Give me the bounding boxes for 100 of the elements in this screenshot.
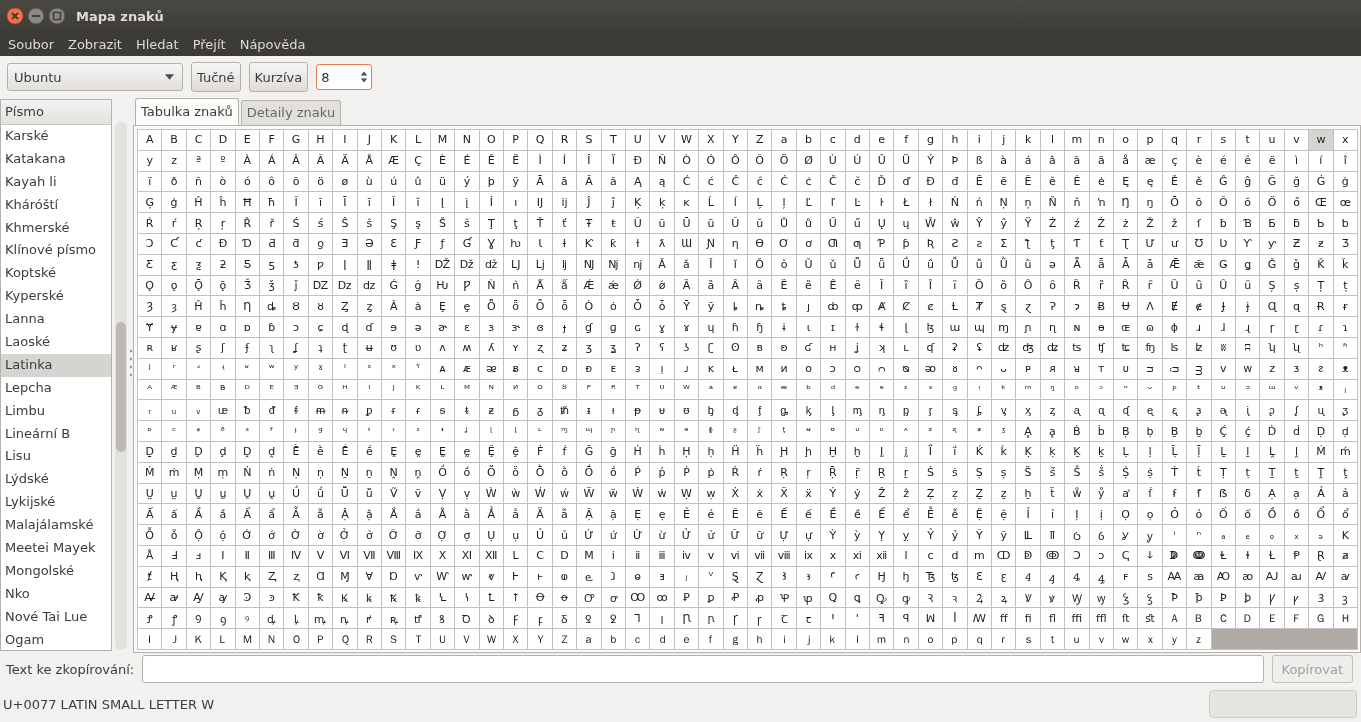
character-cell[interactable]: ǫ xyxy=(162,275,186,296)
character-cell[interactable]: Ț xyxy=(1309,275,1333,296)
character-cell[interactable]: ɘ xyxy=(382,317,406,337)
character-cell[interactable]: ɑ xyxy=(211,317,235,337)
character-cell[interactable]: Ʊ xyxy=(1187,234,1211,254)
character-cell[interactable]: ↆ xyxy=(1138,546,1162,566)
character-cell[interactable]: Ḇ xyxy=(1162,421,1187,441)
character-cell[interactable]: ꞇ xyxy=(796,608,821,629)
character-cell[interactable]: ｌ xyxy=(845,629,869,649)
character-cell[interactable]: Ƚ xyxy=(943,296,967,317)
character-cell[interactable]: Ħ xyxy=(235,192,259,213)
character-cell[interactable]: Ẳ xyxy=(479,504,503,525)
character-cell[interactable]: ě xyxy=(1187,171,1211,192)
character-cell[interactable]: Ȱ xyxy=(626,296,650,317)
character-cell[interactable]: Ó xyxy=(699,150,723,171)
character-cell[interactable]: ȫ xyxy=(504,296,528,317)
character-cell[interactable]: ᵾ xyxy=(650,400,674,421)
character-cell[interactable]: ⅾ xyxy=(943,546,967,566)
character-cell[interactable]: Ȗ xyxy=(1211,275,1235,296)
character-cell[interactable]: ȧ xyxy=(406,296,430,317)
character-cell[interactable]: Ｄ xyxy=(1236,608,1260,629)
character-cell[interactable]: đ xyxy=(943,171,967,192)
character-cell[interactable]: Ⱪ xyxy=(211,566,235,587)
character-cell[interactable]: ʄ xyxy=(235,338,259,358)
character-cell[interactable]: ņ xyxy=(1016,192,1040,213)
character-cell[interactable]: ｕ xyxy=(1065,629,1089,649)
character-cell[interactable]: ȼ xyxy=(918,296,943,317)
character-cell[interactable]: È xyxy=(430,150,455,171)
character-cell[interactable]: ꜧ xyxy=(894,566,918,587)
character-cell[interactable]: ẃ xyxy=(552,483,577,504)
character-cell[interactable]: Ƒ xyxy=(406,234,430,254)
character-cell[interactable]: ƽ xyxy=(260,254,284,275)
character-cell[interactable]: Ǉ xyxy=(504,254,528,275)
character-cell[interactable]: Ớ xyxy=(235,525,259,545)
character-cell[interactable]: ȏ xyxy=(1040,275,1065,296)
character-cell[interactable]: ꜫ xyxy=(992,566,1016,587)
character-cell[interactable]: Ꜣ xyxy=(772,566,796,587)
character-cell[interactable]: ᵈ xyxy=(821,379,845,400)
character-cell[interactable]: Ṳ xyxy=(138,483,162,504)
character-cell[interactable]: ʵ xyxy=(211,358,235,379)
character-cell[interactable]: Ũ xyxy=(626,213,650,233)
character-cell[interactable]: ꞁ xyxy=(650,608,674,629)
character-cell[interactable]: Ï xyxy=(601,150,625,171)
character-cell[interactable]: ᵣ xyxy=(138,400,162,421)
character-cell[interactable]: û xyxy=(406,171,430,192)
character-cell[interactable]: ƙ xyxy=(601,234,625,254)
character-cell[interactable]: ü xyxy=(430,171,455,192)
character-cell[interactable]: Ｇ xyxy=(1309,608,1333,629)
character-cell[interactable]: e xyxy=(870,130,894,150)
character-cell[interactable]: Ṱ xyxy=(1309,462,1333,483)
character-cell[interactable]: ᶫ xyxy=(528,421,552,441)
character-cell[interactable]: ṹ xyxy=(308,483,333,504)
character-cell[interactable]: ꝅ xyxy=(406,587,430,608)
character-cell[interactable]: ɚ xyxy=(430,317,455,337)
character-cell[interactable]: ⅰ xyxy=(601,546,625,566)
character-cell[interactable]: Ꜻ xyxy=(138,587,162,608)
character-cell[interactable]: Ȉ xyxy=(870,275,894,296)
character-cell[interactable]: Ꜭ xyxy=(1016,566,1040,587)
character-cell[interactable]: ᴏ xyxy=(796,358,821,379)
character-cell[interactable]: î xyxy=(1333,150,1357,171)
character-cell[interactable]: Ō xyxy=(1162,192,1187,213)
character-cell[interactable]: ꝉ xyxy=(504,587,528,608)
character-cell[interactable]: ꞅ xyxy=(748,608,772,629)
character-cell[interactable]: ꟽ xyxy=(918,608,943,629)
character-cell[interactable]: Â xyxy=(284,150,308,171)
character-cell[interactable]: ꞃ xyxy=(699,608,723,629)
character-cell[interactable]: ﬆ xyxy=(1138,608,1162,629)
character-cell[interactable]: Ř xyxy=(235,213,259,233)
character-cell[interactable]: t xyxy=(1236,130,1260,150)
character-cell[interactable]: Ā xyxy=(528,171,552,192)
character-cell[interactable]: ɫ xyxy=(845,317,869,337)
character-cell[interactable]: ᴭ xyxy=(162,379,186,400)
character-cell[interactable]: Ɱ xyxy=(333,566,357,587)
character-cell[interactable]: Ŧ xyxy=(577,213,601,233)
character-cell[interactable]: ʖ xyxy=(674,338,699,358)
character-cell[interactable]: Ȩ xyxy=(430,296,455,317)
character-cell[interactable]: ỽ xyxy=(1089,525,1113,545)
character-cell[interactable]: z xyxy=(162,150,186,171)
character-cell[interactable]: k xyxy=(1016,130,1040,150)
character-cell[interactable]: ₓ xyxy=(1284,525,1309,545)
character-cell[interactable]: Ṻ xyxy=(333,483,357,504)
character-cell[interactable]: Ʀ xyxy=(918,234,943,254)
character-cell[interactable]: ᶲ xyxy=(699,421,723,441)
character-cell[interactable]: ᴹ xyxy=(455,379,479,400)
character-cell[interactable]: Ã xyxy=(308,150,333,171)
character-cell[interactable]: Ŋ xyxy=(1114,192,1138,213)
character-cell[interactable]: Ü xyxy=(894,150,918,171)
character-cell[interactable]: ţ xyxy=(504,213,528,233)
character-cell[interactable]: ɹ xyxy=(1187,317,1211,337)
character-cell[interactable]: ḃ xyxy=(1089,421,1113,441)
character-cell[interactable]: ꝶ xyxy=(382,608,406,629)
character-cell[interactable]: Ｘ xyxy=(504,629,528,649)
character-cell[interactable]: ᶉ xyxy=(918,400,943,421)
character-cell[interactable]: ʯ xyxy=(1284,338,1309,358)
character-cell[interactable]: Ꞌ xyxy=(821,608,845,629)
character-cell[interactable]: Ủ xyxy=(528,525,552,545)
character-cell[interactable]: Ꝙ xyxy=(870,587,894,608)
character-cell[interactable]: ᴘ xyxy=(1016,358,1040,379)
character-cell[interactable]: ǹ xyxy=(504,275,528,296)
character-cell[interactable]: Ḍ xyxy=(1309,421,1333,441)
